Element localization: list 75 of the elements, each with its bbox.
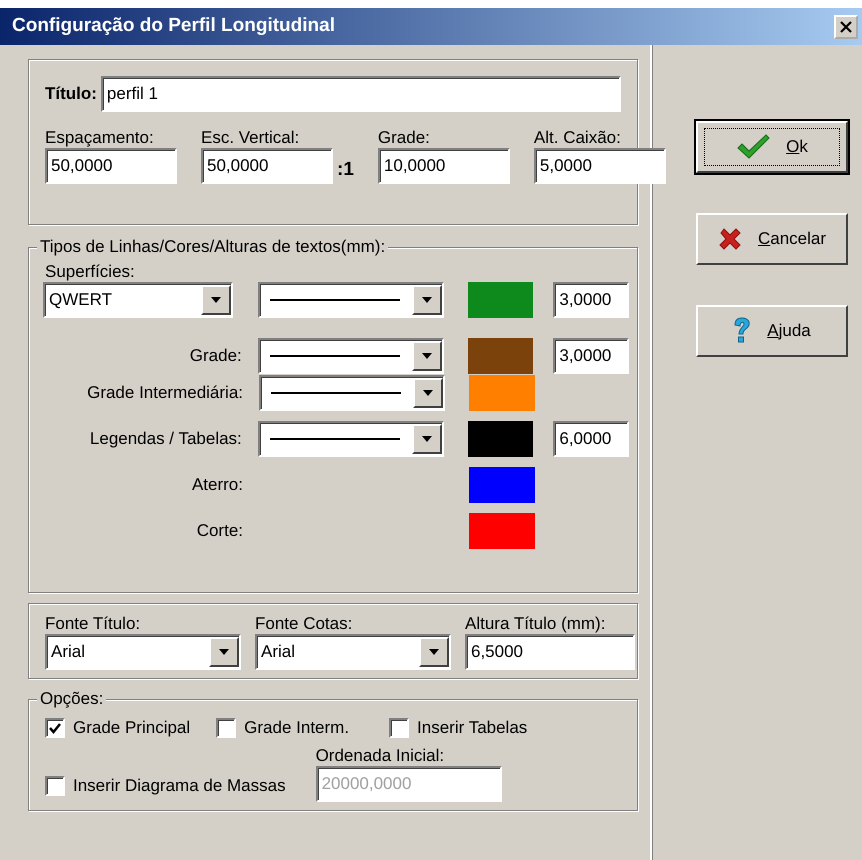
check-icon <box>49 722 61 734</box>
group-label: Tipos de Linhas/Cores/Alturas de textos(mm): <box>37 237 388 257</box>
ok-button[interactable]: Ok <box>696 121 848 173</box>
field-label: Altura Título (mm): <box>465 614 606 634</box>
caret-icon <box>211 297 221 303</box>
checkbox-label[interactable]: Grade Interm. <box>244 718 350 738</box>
line-style-dropdown[interactable] <box>258 282 444 318</box>
caret-icon <box>219 649 229 655</box>
input-field[interactable]: 50,0000 <box>45 148 177 184</box>
group-label: Opções: <box>37 689 106 709</box>
dropdown-button[interactable] <box>412 424 442 454</box>
line-style-dropdown[interactable] <box>259 375 445 411</box>
checkbox[interactable] <box>389 718 410 738</box>
row-label: Legendas / Tabelas: <box>90 429 242 449</box>
color-swatch[interactable] <box>469 375 535 411</box>
row-label: Corte: <box>196 521 243 541</box>
help-button[interactable]: Ajuda <box>696 305 848 357</box>
close-button[interactable] <box>834 14 858 38</box>
caret-icon <box>422 297 432 303</box>
dropdown-value: Arial <box>261 641 296 664</box>
caret-icon <box>429 649 439 655</box>
color-swatch[interactable] <box>468 421 534 457</box>
dropdown[interactable]: QWERT <box>43 282 233 318</box>
line-style-dropdown[interactable] <box>258 338 444 374</box>
dropdown[interactable]: Arial <box>45 634 241 670</box>
dropdown-value: QWERT <box>49 289 112 312</box>
dropdown-value: Arial <box>51 641 86 664</box>
cancel-button[interactable]: Cancelar <box>696 213 848 265</box>
input-field[interactable]: 3,0000 <box>553 282 629 318</box>
input-field[interactable]: 5,0000 <box>534 148 666 184</box>
checkbox[interactable] <box>45 718 65 738</box>
field-label: Esc. Vertical: <box>201 128 300 148</box>
checkbox-label[interactable]: Grade Principal <box>73 718 190 738</box>
row-label: Grade: <box>190 346 242 366</box>
input-field[interactable]: 6,0000 <box>553 421 629 457</box>
question-mark-icon <box>733 317 752 345</box>
surfaces-label: Superfícies: <box>45 262 136 282</box>
ratio-label: :1 <box>337 160 354 180</box>
dropdown-button[interactable] <box>412 341 442 371</box>
caret-icon <box>423 390 433 396</box>
color-swatch[interactable] <box>468 338 534 374</box>
field-label: Fonte Título: <box>45 614 142 634</box>
color-swatch[interactable] <box>468 282 534 318</box>
title-label: Título: <box>45 84 97 104</box>
dropdown-button[interactable] <box>201 285 231 315</box>
color-swatch[interactable] <box>469 467 535 503</box>
dropdown-button[interactable] <box>419 637 449 667</box>
x-mark-icon <box>718 227 742 251</box>
checkbox[interactable] <box>45 776 65 796</box>
input-field[interactable]: 10,0000 <box>378 148 510 184</box>
input-field[interactable]: 50,0000 <box>201 148 333 184</box>
dropdown-button[interactable] <box>209 637 239 667</box>
checkbox-label[interactable]: Inserir Diagrama de Massas <box>73 776 286 796</box>
field-label: Alt. Caixão: <box>534 128 622 148</box>
dropdown-button[interactable] <box>412 285 442 315</box>
input-field[interactable]: perfil 1 <box>100 76 621 112</box>
checkmark-icon <box>736 134 770 160</box>
field-label: Grade: <box>378 128 431 148</box>
dropdown[interactable]: Arial <box>255 634 451 670</box>
caret-icon <box>422 353 432 359</box>
row-label: Grade Intermediária: <box>87 383 243 403</box>
color-swatch[interactable] <box>469 513 535 549</box>
row-label: Aterro: <box>192 475 243 495</box>
window-title: Configuração do Perfil Longitudinal <box>12 14 335 38</box>
input-field[interactable]: 6,5000 <box>465 634 635 670</box>
close-icon <box>840 20 852 32</box>
field-label: Ordenada Inicial: <box>316 746 446 766</box>
caret-icon <box>422 436 432 442</box>
field-label: Fonte Cotas: <box>255 614 354 634</box>
input-field[interactable]: 3,0000 <box>553 338 629 374</box>
dropdown-button[interactable] <box>413 378 443 408</box>
field-label: Espaçamento: <box>45 128 155 148</box>
line-style-dropdown[interactable] <box>258 421 444 457</box>
checkbox[interactable] <box>216 718 236 738</box>
checkbox-label[interactable]: Inserir Tabelas <box>417 718 528 738</box>
